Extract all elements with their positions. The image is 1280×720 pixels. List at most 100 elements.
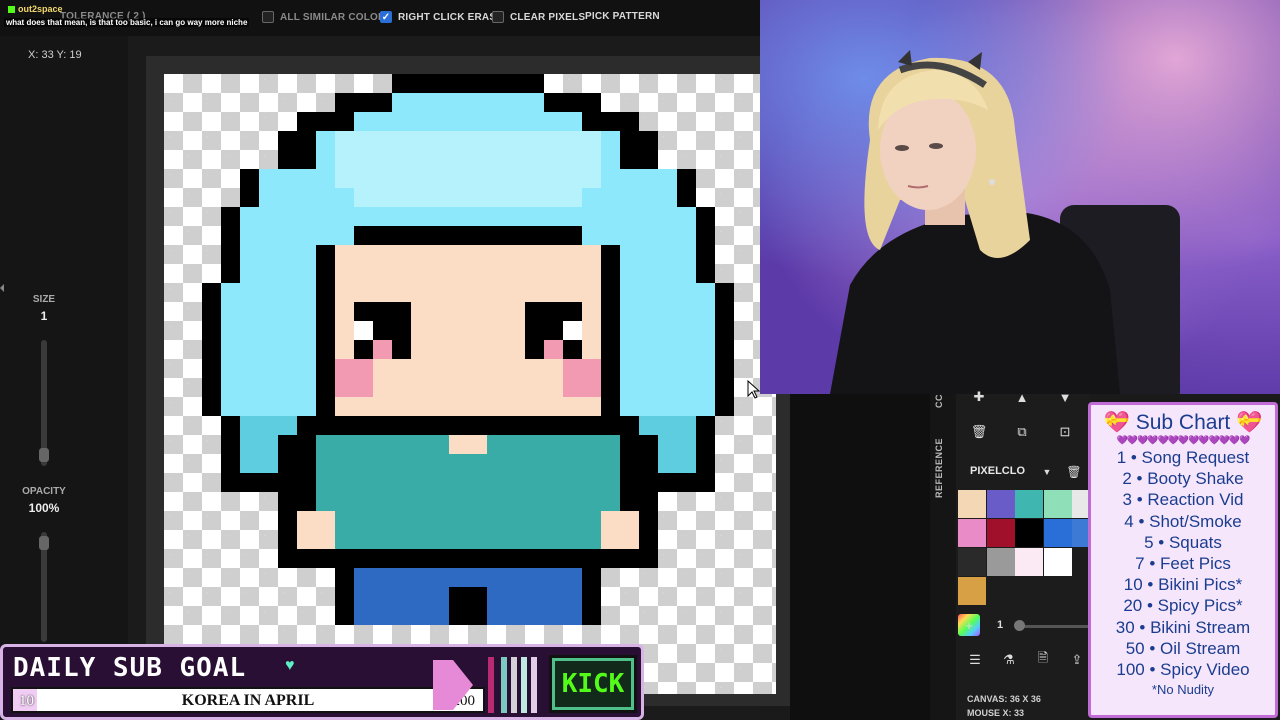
- palette-swatch[interactable]: [986, 548, 1015, 576]
- right-click-erase-option[interactable]: ✓ RIGHT CLICK ERASE: [380, 11, 503, 23]
- sub-chart-item: 7 • Feet Pics: [1135, 554, 1231, 574]
- opacity-slider[interactable]: [39, 532, 49, 642]
- clear-pixels-checkbox[interactable]: [492, 11, 504, 23]
- sub-chart-overlay: 💝 Sub Chart 💝 💜💜💜💜💜💜💜💜💜💜💜💜💜 1 • Song Req…: [1088, 402, 1278, 718]
- palette-swatch[interactable]: [986, 490, 1015, 518]
- trash-icon[interactable]: 🗑: [1063, 461, 1085, 483]
- neck-pixel: [449, 435, 487, 454]
- tab-cc[interactable]: CC: [934, 394, 944, 408]
- duplicate-layer-icon[interactable]: ⧉: [1011, 421, 1033, 443]
- heart-icon: ♥: [285, 657, 295, 674]
- size-slider[interactable]: [39, 340, 49, 466]
- brush-size-row: 1: [958, 612, 1090, 640]
- export-icon[interactable]: ⇪: [1066, 649, 1088, 671]
- hand: [601, 511, 639, 549]
- kick-logo-text: KICK: [555, 661, 631, 707]
- opacity-slider-knob[interactable]: [39, 536, 49, 550]
- palette-swatch[interactable]: [1015, 519, 1043, 547]
- palette-swatch[interactable]: [958, 490, 986, 518]
- opacity-value: 100%: [28, 501, 60, 515]
- hair-highlight: [335, 131, 601, 188]
- goal-title: DAILY SUB GOAL: [13, 653, 247, 683]
- move-up-icon[interactable]: ▲: [1011, 386, 1033, 408]
- pants-gap: [449, 587, 487, 625]
- chat-username: out2space: [8, 4, 63, 14]
- right-click-erase-label: RIGHT CLICK ERASE: [398, 11, 504, 23]
- hair-pixel: [354, 112, 582, 131]
- flask-icon[interactable]: ⚗: [998, 649, 1020, 671]
- kick-badge-icon: [8, 5, 15, 13]
- brush-size-value: 1: [997, 619, 1004, 631]
- palette-swatch[interactable]: [986, 519, 1015, 547]
- move-down-icon[interactable]: ▼: [1054, 386, 1076, 408]
- all-similar-colors-label: ALL SIMILAR COLORS: [280, 11, 393, 23]
- hair-outline: [392, 74, 544, 93]
- size-slider-knob[interactable]: [39, 448, 49, 462]
- sub-chart-list: 1 • Song Request 2 • Booty Shake 3 • React…: [1091, 447, 1275, 680]
- pick-pattern-button[interactable]: PICK PATTERN: [585, 11, 660, 22]
- sub-chart-item: 50 • Oil Stream: [1125, 638, 1241, 658]
- webcam-feed: [760, 0, 1280, 394]
- sub-chart-item: 5 • Squats: [1144, 532, 1222, 552]
- clear-pixels-label: CLEAR PIXELS: [510, 11, 586, 23]
- palette-swatch[interactable]: [1043, 548, 1072, 576]
- add-layer-icon[interactable]: ✚: [968, 386, 990, 408]
- hair-pixel: [392, 93, 544, 112]
- palette-swatch[interactable]: [958, 519, 986, 547]
- tool-settings-panel: SIZE 1 OPACITY 100%: [0, 36, 128, 720]
- hand: [297, 511, 335, 549]
- all-similar-colors-option[interactable]: ALL SIMILAR COLORS: [262, 11, 392, 23]
- merge-layer-icon[interactable]: ⊡: [1054, 421, 1076, 443]
- chat-message: what does that mean, is that too basic, …: [4, 18, 250, 27]
- eye-shine: [563, 321, 582, 340]
- mouse-cursor-icon: [747, 380, 761, 399]
- delete-layer-icon[interactable]: 🗑: [968, 421, 990, 443]
- chevron-down-icon[interactable]: ▼: [1036, 461, 1058, 483]
- eye-shine: [354, 321, 373, 340]
- collapse-arrow-icon[interactable]: [0, 284, 4, 292]
- brush-size-knob[interactable]: [1014, 620, 1025, 631]
- sub-chart-item: 1 • Song Request: [1116, 448, 1250, 467]
- hair-highlight: [354, 188, 582, 207]
- drawing-canvas[interactable]: [164, 74, 776, 694]
- brush-size-slider[interactable]: [1016, 625, 1090, 628]
- right-click-erase-checkbox[interactable]: ✓: [380, 11, 392, 23]
- eye-pink: [373, 340, 392, 359]
- palette-swatch[interactable]: [1043, 519, 1072, 547]
- sub-chart-item: 10 • Bikini Pics*: [1123, 575, 1243, 595]
- body-outline: [297, 416, 639, 435]
- palette-swatch[interactable]: [1043, 490, 1072, 518]
- sub-chart-item: 100 • Spicy Video: [1116, 660, 1250, 680]
- kick-logo: KICK: [549, 655, 637, 713]
- palette-swatch[interactable]: [958, 577, 986, 605]
- file-icon[interactable]: 🗎: [1032, 649, 1054, 671]
- tab-reference[interactable]: REFERENCE: [934, 438, 944, 498]
- pick-pattern-label: PICK PATTERN: [585, 11, 660, 22]
- sub-chart-footnote: *No Nudity: [1151, 682, 1215, 698]
- daily-sub-goal-widget: DAILY SUB GOAL ♥ 10 KOREA IN APRIL 200 K…: [0, 644, 644, 720]
- palette-swatch[interactable]: [1015, 548, 1043, 576]
- hearts-divider: 💜💜💜💜💜💜💜💜💜💜💜💜💜: [1116, 435, 1251, 445]
- opacity-label: OPACITY: [22, 486, 66, 497]
- palette-swatch[interactable]: [1015, 490, 1043, 518]
- palette-name[interactable]: PIXELCLO: [970, 465, 1025, 477]
- eye-pink: [544, 340, 563, 359]
- clear-pixels-option[interactable]: CLEAR PIXELS: [492, 11, 585, 23]
- pixel-art-character: [202, 74, 734, 625]
- face-outline: [354, 226, 582, 245]
- sub-chart-item: 2 • Booty Shake: [1122, 469, 1244, 489]
- sub-chart-item: 20 • Spicy Pics*: [1123, 596, 1243, 616]
- menu-icon[interactable]: ☰: [964, 649, 986, 671]
- chat-overlay: out2space what does that mean, is that t…: [0, 0, 270, 30]
- sub-chart-item: 4 • Shot/Smoke: [1124, 511, 1242, 531]
- cheek: [335, 359, 373, 397]
- palette-swatch[interactable]: [958, 548, 986, 576]
- decorative-stripes: [433, 657, 537, 713]
- canvas-size-text: CANVAS: 36 X 36: [967, 694, 1041, 704]
- goal-name: KOREA IN APRIL: [181, 692, 315, 709]
- sub-chart-title: 💝 Sub Chart 💝: [1103, 411, 1263, 434]
- size-value: 1: [40, 309, 48, 323]
- goal-progress-bar: 10 KOREA IN APRIL 200: [11, 687, 485, 713]
- cursor-coordinates: X: 33 Y: 19: [28, 49, 82, 61]
- chat-username-text: out2space: [18, 4, 63, 14]
